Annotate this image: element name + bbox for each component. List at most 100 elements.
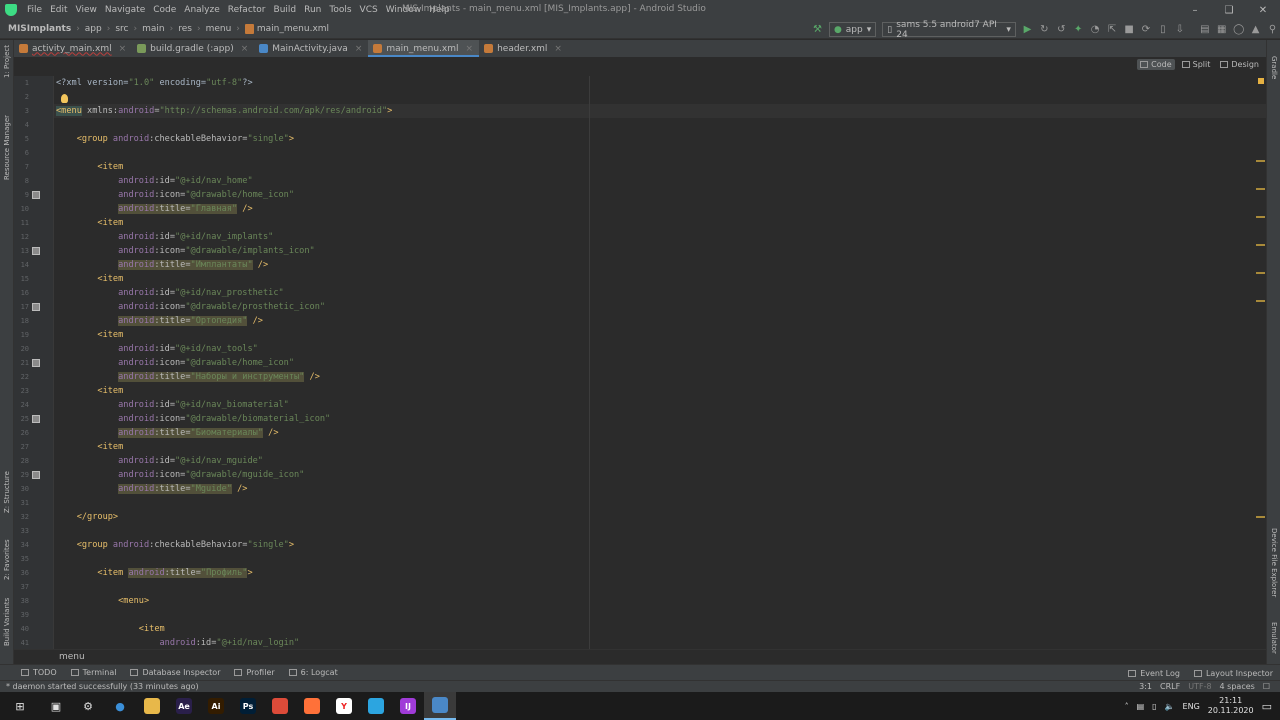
apply-changes-icon[interactable]: ↻ — [1037, 22, 1052, 38]
code-line[interactable]: 27 <item — [14, 440, 1250, 454]
profile-icon[interactable]: ◔ — [1088, 22, 1103, 38]
close-tab-icon[interactable]: × — [119, 44, 127, 54]
close-tab-icon[interactable]: × — [554, 44, 562, 54]
sync-gradle-icon[interactable]: ⟳ — [1139, 22, 1154, 38]
code-line[interactable]: 2 — [14, 90, 1250, 104]
menu-vcs[interactable]: VCS — [356, 5, 382, 15]
menu-tools[interactable]: Tools — [325, 5, 355, 15]
device-file-explorer-tool-button[interactable]: Device File Explorer — [1270, 528, 1278, 597]
code-line[interactable]: 21 android:icon="@drawable/home_icon" — [14, 356, 1250, 370]
code-line[interactable]: 5 <group android:checkableBehavior="sing… — [14, 132, 1250, 146]
menu-run[interactable]: Run — [300, 5, 325, 15]
menu-edit[interactable]: Edit — [46, 5, 71, 15]
code-line[interactable]: 8 android:id="@+id/nav_home" — [14, 174, 1250, 188]
after-effects-app-icon[interactable]: Ae — [168, 692, 200, 720]
firefox-app-icon[interactable] — [296, 692, 328, 720]
apply-code-changes-icon[interactable]: ↺ — [1054, 22, 1069, 38]
close-tab-icon[interactable]: × — [466, 44, 474, 54]
yandex-app-icon[interactable]: Y — [328, 692, 360, 720]
code-line[interactable]: 40 <item — [14, 622, 1250, 636]
close-tab-icon[interactable]: × — [355, 44, 363, 54]
device-select[interactable]: ▯ sams 5.5 android7 API 24 ▾ — [882, 20, 1016, 40]
drawable-preview-icon[interactable] — [32, 247, 40, 255]
code-line[interactable]: 3 <menu xmlns:android="http://schemas.and… — [14, 104, 1250, 118]
editor-tab[interactable]: header.xml × — [479, 40, 568, 57]
lock-icon[interactable]: ☐ — [1263, 682, 1270, 691]
code-line[interactable]: 7 <item — [14, 160, 1250, 174]
tool-window-button[interactable]: Event Log — [1121, 669, 1187, 678]
drawable-preview-icon[interactable] — [32, 303, 40, 311]
layout-inspector-icon[interactable]: ▦ — [1214, 22, 1229, 38]
tool-window-button[interactable]: Database Inspector — [123, 668, 227, 677]
run-config-select[interactable]: ● app ▾ — [828, 22, 877, 37]
search-icon[interactable]: ⚲ — [1265, 22, 1280, 38]
minimize-icon[interactable]: – — [1178, 0, 1212, 20]
drawable-preview-icon[interactable] — [32, 415, 40, 423]
clock[interactable]: 21:11 20.11.2020 — [1208, 696, 1254, 716]
breadcrumb-item[interactable]: menu — [204, 24, 234, 34]
sdk-manager-icon[interactable]: ⇩ — [1172, 22, 1187, 38]
code-line[interactable]: 20 android:id="@+id/nav_tools" — [14, 342, 1250, 356]
breadcrumb-item[interactable]: main_menu.xml — [243, 24, 331, 34]
chevron-up-icon[interactable]: ˄ — [1125, 702, 1129, 711]
code-line[interactable]: 30 android:title="Mguide" /> — [14, 482, 1250, 496]
code-mode-button[interactable]: Code — [1137, 59, 1175, 70]
editor-tab[interactable]: build.gradle (:app) × — [132, 40, 254, 57]
code-line[interactable]: 13 android:icon="@drawable/implants_icon… — [14, 244, 1250, 258]
code-line[interactable]: 17 android:icon="@drawable/prosthetic_ic… — [14, 300, 1250, 314]
build-variants-tool-button[interactable]: Build Variants — [3, 598, 11, 646]
editor-tab[interactable]: main_menu.xml × — [368, 40, 480, 57]
code-line[interactable]: 6 — [14, 146, 1250, 160]
emulator-tool-button[interactable]: Emulator — [1270, 622, 1278, 654]
code-line[interactable]: 22 android:title="Наборы и инструменты" … — [14, 370, 1250, 384]
breadcrumb-item[interactable]: app — [83, 24, 104, 34]
warning-mark[interactable] — [1256, 160, 1265, 162]
menu-file[interactable]: File — [23, 5, 46, 15]
breadcrumb-item[interactable]: main — [140, 24, 167, 34]
code-line[interactable]: 28 android:id="@+id/nav_mguide" — [14, 454, 1250, 468]
code-line[interactable]: 1 <?xml version="1.0" encoding="utf-8"?> — [14, 76, 1250, 90]
network-icon[interactable]: ▤ — [1137, 702, 1145, 711]
editor-tab[interactable]: MainActivity.java × — [254, 40, 368, 57]
intellij-app-icon[interactable]: IJ — [392, 692, 424, 720]
drawable-preview-icon[interactable] — [32, 359, 40, 367]
menu-build[interactable]: Build — [270, 5, 301, 15]
code-line[interactable]: 36 <item android:title="Профиль"> — [14, 566, 1250, 580]
code-line[interactable]: 19 <item — [14, 328, 1250, 342]
debug-icon[interactable]: ✦ — [1071, 22, 1086, 38]
folder-app-icon[interactable] — [136, 692, 168, 720]
illustrator-app-icon[interactable]: Ai — [200, 692, 232, 720]
menu-refactor[interactable]: Refactor — [224, 5, 270, 15]
code-line[interactable]: 12 android:id="@+id/nav_implants" — [14, 230, 1250, 244]
indent-setting[interactable]: 4 spaces — [1220, 682, 1255, 691]
menu-navigate[interactable]: Navigate — [101, 5, 149, 15]
menu-analyze[interactable]: Analyze — [180, 5, 223, 15]
database-icon[interactable]: ◯ — [1231, 22, 1246, 38]
tool-window-button[interactable]: TODO — [14, 668, 64, 677]
stop-icon[interactable]: ■ — [1122, 22, 1137, 38]
code-line[interactable]: 16 android:id="@+id/nav_prosthetic" — [14, 286, 1250, 300]
notifications-icon[interactable]: ▭ — [1262, 700, 1272, 713]
drawable-preview-icon[interactable] — [32, 471, 40, 479]
structure-tool-button[interactable]: Z: Structure — [3, 471, 11, 513]
project-structure-icon[interactable]: ▤ — [1197, 22, 1212, 38]
split-mode-button[interactable]: Split — [1179, 59, 1214, 70]
code-line[interactable]: 34 <group android:checkableBehavior="sin… — [14, 538, 1250, 552]
warning-mark[interactable] — [1256, 516, 1265, 518]
restore-icon[interactable]: ❑ — [1212, 0, 1246, 20]
windows-start-icon[interactable]: ⊞ — [0, 692, 40, 720]
resource-manager-tool-button[interactable]: Resource Manager — [3, 115, 11, 180]
tool-window-button[interactable]: Layout Inspector — [1187, 669, 1280, 678]
telegram-app-icon[interactable] — [360, 692, 392, 720]
language-indicator[interactable]: ENG — [1183, 702, 1200, 711]
code-line[interactable]: 41 android:id="@+id/nav_login" — [14, 636, 1250, 649]
warning-indicator-icon[interactable] — [1258, 78, 1264, 84]
line-separator[interactable]: CRLF — [1160, 682, 1180, 691]
code-line[interactable]: 25 android:icon="@drawable/biomaterial_i… — [14, 412, 1250, 426]
code-line[interactable]: 35 — [14, 552, 1250, 566]
project-tool-button[interactable]: 1: Project — [3, 45, 11, 78]
code-line[interactable]: 24 android:id="@+id/nav_biomaterial" — [14, 398, 1250, 412]
code-line[interactable]: 11 <item — [14, 216, 1250, 230]
tool-window-button[interactable]: Profiler — [227, 668, 281, 677]
volume-icon[interactable]: 🔈 — [1165, 702, 1175, 711]
